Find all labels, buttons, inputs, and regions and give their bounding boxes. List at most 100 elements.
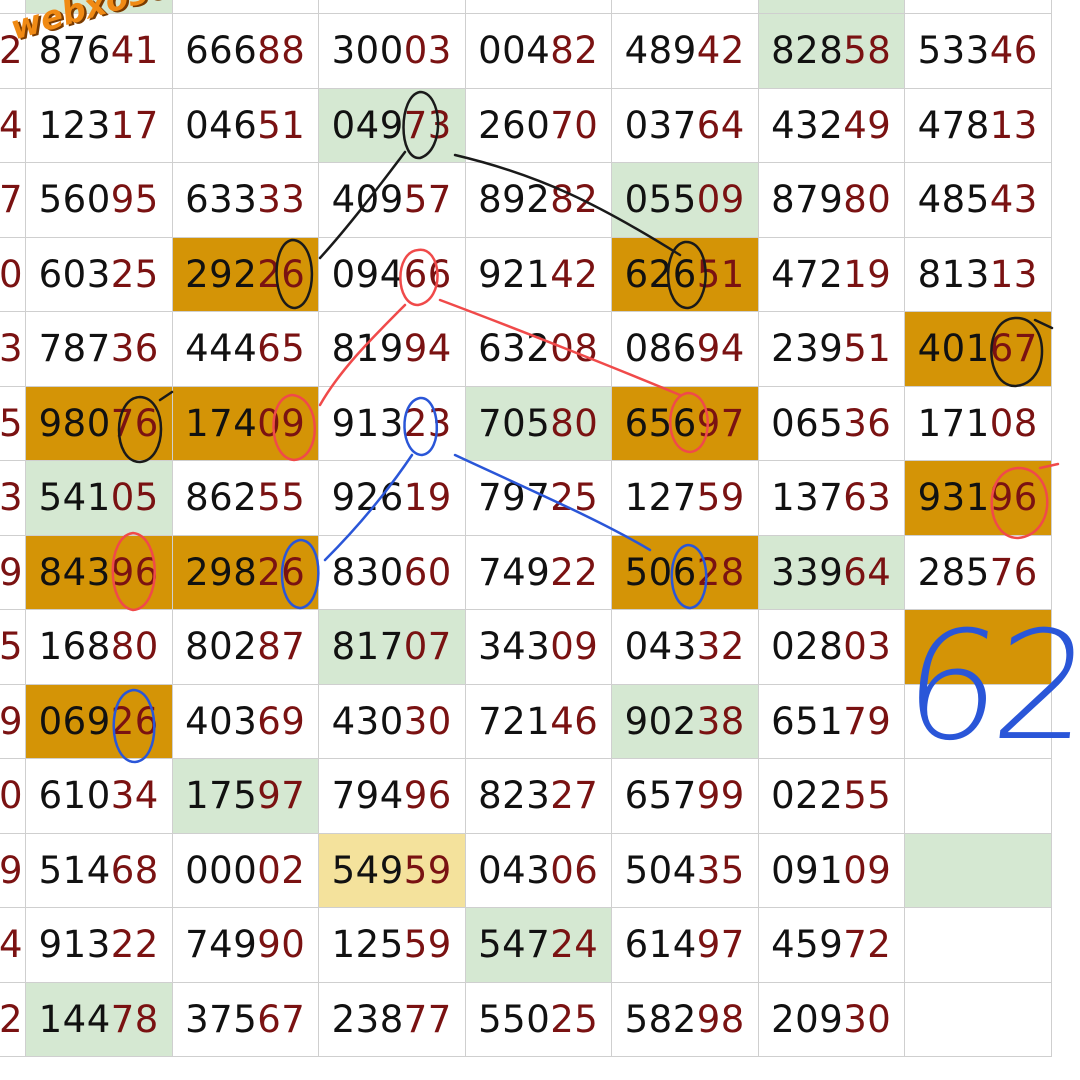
result-cell: 614 97 [612,908,759,983]
number-last-two: 03 [843,625,892,669]
number-prefix: 091 [771,848,844,892]
result-cell: 004 82 [465,14,612,89]
number-prefix: 285 [917,550,990,594]
partial-top-cell [319,0,466,14]
result-cell: 656 97 [612,386,759,461]
number-last-two: 98 [696,997,745,1041]
number-last-two: 67 [989,327,1038,371]
number-last-two: 24 [550,923,599,967]
result-cell: 000 02 [172,833,319,908]
number-prefix: 560 [38,178,111,222]
number-prefix: 123 [38,103,111,147]
number-last-two: 06 [550,848,599,892]
number-last-two: 09 [696,178,745,222]
number-prefix: 137 [771,476,844,520]
result-cell: 086 94 [612,312,759,387]
number-last-two: 51 [696,252,745,296]
number-prefix: 632 [478,327,551,371]
result-cell: 127 59 [612,461,759,536]
number-prefix: 300 [331,29,404,73]
number-prefix: 459 [771,923,844,967]
number-prefix: 828 [771,29,844,73]
number-last-two: 26 [110,699,159,743]
number-last-two: 94 [696,327,745,371]
number-last-two: 59 [403,923,452,967]
number-last-two: 30 [843,997,892,1041]
number-last-two: 82 [550,178,599,222]
number-prefix: 171 [917,401,990,445]
number-prefix: 409 [331,178,404,222]
result-cell: 459 72 [758,908,905,983]
number-prefix: 902 [624,699,697,743]
number-prefix: 651 [771,699,844,743]
number-prefix: 921 [478,252,551,296]
number-last-two: 78 [110,997,159,1041]
result-cell: 409 57 [319,163,466,238]
result-cell: 902 38 [612,684,759,759]
partial-top-cell [465,0,612,14]
result-cell: 843 96 [26,535,173,610]
lottery-results-grid: 2 876 41 666 88 300 03 004 82 489 42 828 58 533 46 4 123… [0,0,1080,1080]
number-prefix: 485 [917,178,990,222]
result-cell: 560 95 [26,163,173,238]
result-cell: 794 96 [319,759,466,834]
number-prefix: 721 [478,699,551,743]
result-cell: 168 80 [26,610,173,685]
number-prefix: 004 [478,29,551,73]
result-cell: 813 13 [905,237,1052,312]
number-prefix: 749 [478,550,551,594]
number-prefix: 913 [331,401,404,445]
number-prefix: 504 [624,848,697,892]
number-last-two: 72 [843,923,892,967]
number-prefix: 209 [771,997,844,1041]
number-prefix: 049 [331,103,404,147]
number-last-two: 95 [110,178,159,222]
result-cell: 049 73 [319,88,466,163]
number-last-two: 68 [110,848,159,892]
number-prefix: 343 [478,625,551,669]
result-cell: 239 51 [758,312,905,387]
edge-digit: 9 [0,535,26,610]
number-last-two: 67 [257,997,306,1041]
result-cell: 300 03 [319,14,466,89]
number-last-two: 43 [989,178,1038,222]
number-last-two: 97 [257,774,306,818]
partial-top-cell [758,0,905,14]
result-cell: 489 42 [612,14,759,89]
number-last-two: 03 [403,29,452,73]
result-cell: 037 64 [612,88,759,163]
number-prefix: 046 [185,103,258,147]
result-cell: 550 25 [465,982,612,1057]
result-cell: 292 26 [172,237,319,312]
number-prefix: 817 [331,625,404,669]
edge-digit: 7 [0,163,26,238]
number-prefix: 633 [185,178,258,222]
result-cell: 657 99 [612,759,759,834]
result-cell: 862 55 [172,461,319,536]
number-prefix: 000 [185,848,258,892]
result-cell [905,833,1052,908]
number-prefix: 022 [771,774,844,818]
result-cell: 603 25 [26,237,173,312]
number-prefix: 401 [917,327,990,371]
number-last-two: 09 [550,625,599,669]
result-cell: 651 79 [758,684,905,759]
number-last-two: 13 [989,252,1038,296]
number-last-two: 34 [110,774,159,818]
number-prefix: 069 [38,699,111,743]
number-prefix: 610 [38,774,111,818]
result-cell: 582 98 [612,982,759,1057]
number-last-two: 80 [110,625,159,669]
number-last-two: 77 [403,997,452,1041]
number-last-two: 42 [696,29,745,73]
edge-digit: 0 [0,237,26,312]
result-cell: 238 77 [319,982,466,1057]
number-last-two: 27 [550,774,599,818]
result-cell: 632 08 [465,312,612,387]
result-cell: 504 35 [612,833,759,908]
number-last-two: 46 [550,699,599,743]
number-prefix: 626 [624,252,697,296]
result-cell: 046 51 [172,88,319,163]
edge-digit: 3 [0,461,26,536]
number-last-two: 23 [403,401,452,445]
